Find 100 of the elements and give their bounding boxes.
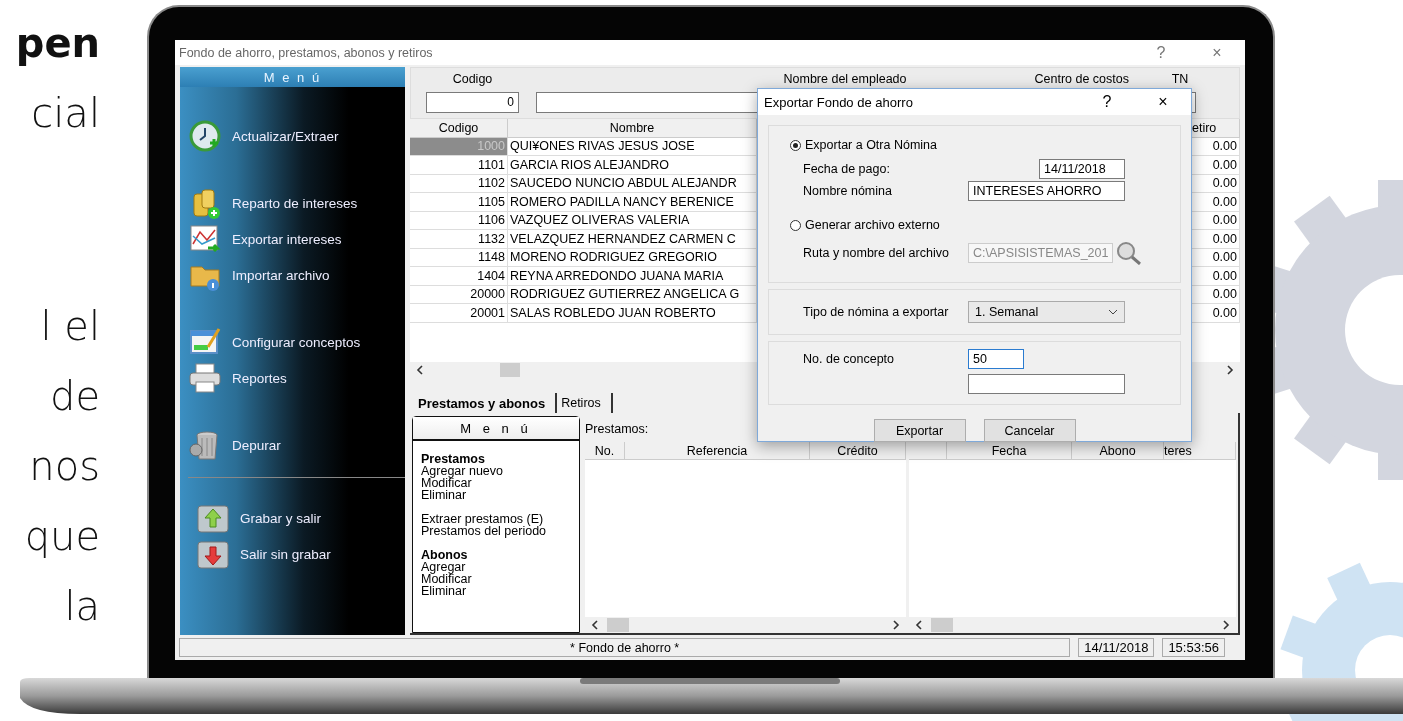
status-message: * Fondo de ahorro *: [179, 638, 1071, 657]
menu-item[interactable]: Salir sin grabar: [188, 536, 405, 572]
menu-link[interactable]: Agregar nuevo: [421, 465, 579, 477]
column-header: Nombre: [508, 119, 757, 138]
field-label: Ruta y nombre del archivo: [803, 245, 950, 262]
section-label: Prestamos:: [585, 421, 649, 438]
chevron-left-icon[interactable]: [915, 620, 923, 630]
table-cell[interactable]: 1404: [410, 267, 508, 286]
status-date: 14/11/2018: [1078, 638, 1155, 657]
dropdown[interactable]: 1. Semanal: [968, 301, 1125, 323]
clock-icon: [188, 119, 222, 153]
chevron-left-icon[interactable]: [416, 365, 424, 375]
field-label: TN: [1171, 72, 1189, 86]
table-cell[interactable]: RODRIGUEZ GUTIERREZ ANGELICA G: [508, 285, 757, 304]
menu-link[interactable]: Modificar: [421, 573, 579, 585]
field-label: Codigo: [452, 72, 493, 86]
side-text: que: [24, 512, 100, 561]
column-header: Codigo: [410, 119, 508, 138]
table-cell[interactable]: 1132: [410, 230, 508, 249]
help-button[interactable]: ?: [1133, 40, 1189, 65]
close-button[interactable]: ×: [1135, 93, 1191, 111]
search-icon[interactable]: [1116, 241, 1143, 265]
table-cell[interactable]: 1101: [410, 156, 508, 175]
menu-item[interactable]: Depurar: [180, 427, 405, 463]
field-label: Nombre del empleado: [783, 72, 907, 86]
tab[interactable]: Prestamos y abonos: [414, 393, 558, 413]
menu-heading: Abonos: [421, 549, 469, 561]
column-header: Abono: [1072, 442, 1164, 460]
table-cell[interactable]: VELAZQUEZ HERNANDEZ CARMEN C: [508, 230, 757, 249]
status-time: 15:53:56: [1162, 638, 1225, 657]
input-field[interactable]: [968, 374, 1125, 394]
field-label: No. de concepto: [803, 351, 896, 368]
field-label: Fecha de pago:: [803, 161, 891, 178]
chevron-right-icon[interactable]: [1226, 365, 1234, 375]
table-cell[interactable]: ROMERO PADILLA NANCY BERENICE: [508, 193, 757, 212]
radio-button[interactable]: [790, 139, 801, 151]
menu-item[interactable]: Configurar conceptos: [180, 324, 405, 360]
menu-link[interactable]: Modificar: [421, 477, 579, 489]
radio-label: Generar archivo externo: [805, 218, 940, 232]
menu-item[interactable]: Reportes: [180, 360, 405, 396]
table-cell[interactable]: 1148: [410, 248, 508, 267]
side-text: l el: [40, 302, 100, 351]
menu-link[interactable]: Prestamos del periodo: [421, 525, 579, 537]
table-cell[interactable]: MORENO RODRIGUEZ GREGORIO: [508, 248, 757, 267]
chevron-left-icon[interactable]: [591, 620, 599, 630]
help-button[interactable]: ?: [1079, 93, 1135, 111]
scrollbar[interactable]: [909, 617, 1236, 633]
table-cell[interactable]: GARCIA RIOS ALEJANDRO: [508, 156, 757, 175]
menu-item[interactable]: Exportar intereses: [180, 221, 405, 257]
radio-label: Exportar a Otra Nómina: [805, 138, 937, 152]
table-cell[interactable]: 20000: [410, 285, 508, 304]
menu-link[interactable]: Extraer prestamos (E): [421, 513, 579, 525]
menu-heading: Prestamos: [421, 453, 486, 465]
input-field[interactable]: 50: [968, 349, 1024, 369]
field-label: Centro de costos: [1034, 72, 1129, 86]
cancel-button[interactable]: Cancelar: [983, 419, 1076, 442]
column-header: No.: [585, 442, 625, 460]
table-cell[interactable]: QUI¥ONES RIVAS JESUS JOSE: [508, 137, 757, 156]
side-text: cial: [31, 89, 100, 138]
menu-title: M e n ú: [413, 417, 579, 441]
input-field[interactable]: INTERESES AHORRO: [968, 181, 1125, 201]
table-cell[interactable]: SAUCEDO NUNCIO ABDUL ALEJANDR: [508, 174, 757, 193]
table-cell[interactable]: VAZQUEZ OLIVERAS VALERIA: [508, 211, 757, 230]
scrollbar-thumb[interactable]: [931, 618, 953, 632]
side-text: la: [64, 582, 100, 631]
menu-item[interactable]: Reparto de intereses: [180, 185, 405, 221]
column-header: [909, 442, 947, 460]
menu-item[interactable]: Grabar y salir: [188, 500, 405, 536]
side-text: pen: [15, 19, 100, 68]
table-cell[interactable]: SALAS ROBLEDO JUAN ROBERTO: [508, 304, 757, 323]
input-field[interactable]: 0: [426, 91, 519, 113]
chevron-right-icon[interactable]: [1222, 620, 1230, 630]
table-cell[interactable]: 1105: [410, 193, 508, 212]
table-cell[interactable]: 1106: [410, 211, 508, 230]
menu-item[interactable]: Importar archivo: [180, 257, 405, 293]
table-cell[interactable]: REYNA ARREDONDO JUANA MARIA: [508, 267, 757, 286]
column-header: Referencia: [625, 442, 810, 460]
menu-link[interactable]: Eliminar: [421, 585, 579, 597]
chevron-down-icon: [1108, 309, 1118, 315]
menu-link[interactable]: Eliminar: [421, 489, 579, 501]
chevron-right-icon[interactable]: [892, 620, 900, 630]
column-header: Fecha: [947, 442, 1072, 460]
field-label: Nombre nómina: [803, 183, 893, 200]
export-button[interactable]: Exportar: [873, 419, 966, 442]
menu-link[interactable]: Agregar: [421, 561, 579, 573]
scrollbar-thumb[interactable]: [500, 363, 520, 377]
field-label: Tipo de nómina a exportar: [803, 304, 950, 321]
table-cell[interactable]: 20001: [410, 304, 508, 323]
close-button[interactable]: ×: [1189, 40, 1245, 65]
menu-item[interactable]: Actualizar/Extraer: [180, 118, 405, 154]
menu-title: M e n ú: [180, 67, 405, 87]
side-text: nos: [29, 442, 100, 491]
scrollbar-thumb[interactable]: [607, 618, 629, 632]
column-header: Crédito: [810, 442, 906, 460]
table-cell[interactable]: 1102: [410, 174, 508, 193]
tab[interactable]: Retiros: [557, 393, 613, 413]
radio-button[interactable]: [790, 219, 801, 231]
input-field[interactable]: 14/11/2018: [1039, 159, 1125, 179]
printer-icon: [188, 361, 222, 395]
column-header: teres: [1164, 442, 1236, 460]
